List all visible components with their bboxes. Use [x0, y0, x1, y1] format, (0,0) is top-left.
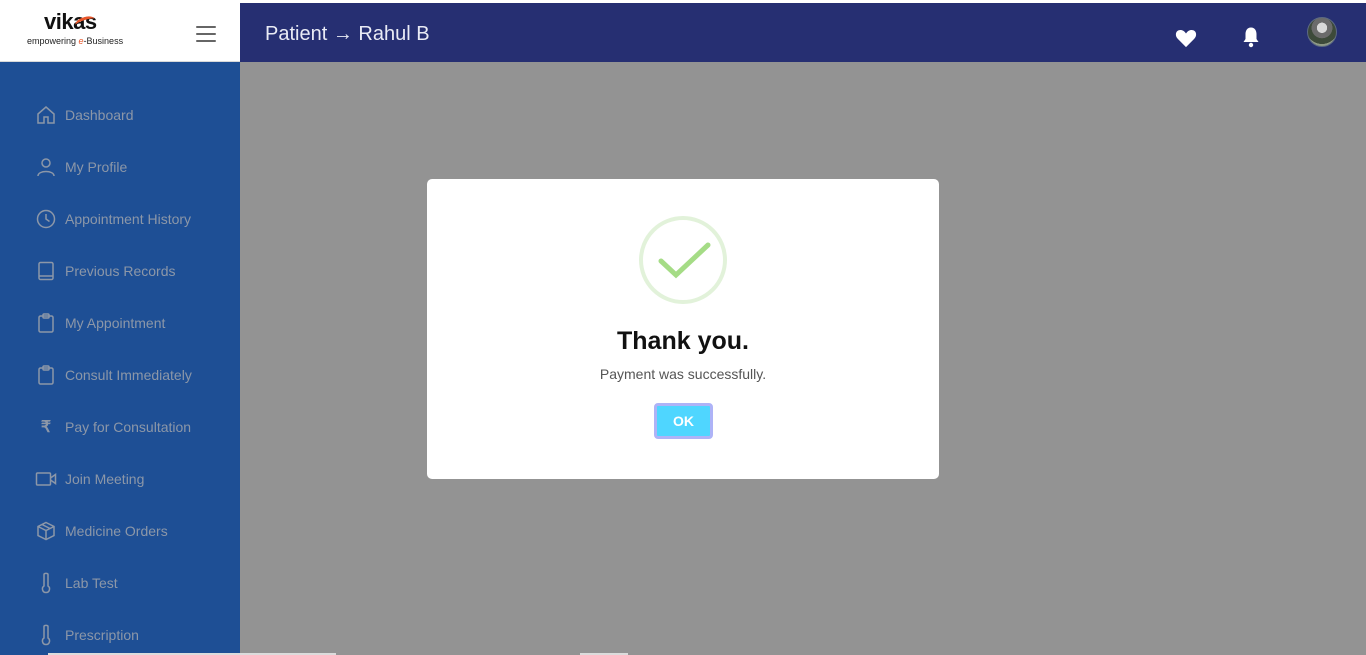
heart-icon[interactable]: [1175, 28, 1197, 53]
sidebar-item-prescription[interactable]: Prescription: [0, 614, 240, 654]
top-header: Patient → Rahul B: [240, 3, 1366, 62]
sidebar-item-appointment-history[interactable]: Appointment History: [0, 198, 240, 238]
sidebar-item-previous-records[interactable]: Previous Records: [0, 250, 240, 290]
logo-tagline-after: -Business: [83, 36, 124, 46]
dialog-message: Payment was successfully.: [599, 366, 767, 382]
rupee-icon: ₹: [35, 416, 57, 438]
video-icon: [35, 468, 57, 490]
sidebar-item-label: Previous Records: [65, 263, 176, 279]
sidebar-item-label: Prescription: [65, 627, 139, 643]
box-icon: [35, 520, 57, 542]
sidebar-item-label: Appointment History: [65, 211, 192, 227]
breadcrumb: Patient → Rahul B: [265, 23, 430, 45]
sidebar-item-medicine-orders[interactable]: Medicine Orders: [0, 510, 240, 550]
book-icon: [35, 260, 57, 282]
sidebar-item-label: Consult Immediately: [65, 367, 192, 383]
logo-block: vikas empowering e-Business: [0, 3, 240, 62]
sidebar-item-label: Join Meeting: [65, 471, 145, 487]
bell-icon[interactable]: [1242, 26, 1260, 53]
dialog-title: Thank you.: [617, 327, 749, 355]
sidebar-item-lab-test[interactable]: Lab Test: [0, 562, 240, 602]
sidebar-item-label: Dashboard: [65, 107, 134, 123]
thermometer-icon: [35, 572, 57, 594]
logo-tagline-before: empowering: [27, 36, 79, 46]
sidebar-item-join-meeting[interactable]: Join Meeting: [0, 458, 240, 498]
logo-tagline: empowering e-Business: [27, 36, 123, 46]
logo: vikas empowering e-Business: [27, 9, 137, 51]
sidebar-item-label: My Profile: [65, 159, 128, 175]
sidebar: Dashboard My Profile Appointment History…: [0, 62, 240, 655]
sidebar-item-label: Medicine Orders: [65, 523, 168, 539]
user-icon: [35, 156, 57, 178]
rupee-glyph: ₹: [40, 419, 52, 436]
sidebar-item-consult-immediately[interactable]: Consult Immediately: [0, 354, 240, 394]
clipboard-icon: [35, 312, 57, 334]
home-icon: [35, 104, 57, 126]
success-check-icon: [639, 216, 727, 304]
success-dialog: Thank you. Payment was successfully. OK: [427, 179, 939, 479]
sidebar-item-dashboard[interactable]: Dashboard: [0, 94, 240, 134]
avatar[interactable]: [1307, 17, 1337, 47]
sidebar-item-label: Lab Test: [65, 575, 118, 591]
thermometer-icon: [35, 624, 57, 646]
clipboard-icon: [35, 364, 57, 386]
sidebar-item-label: My Appointment: [65, 315, 166, 331]
ok-button[interactable]: OK: [654, 403, 713, 439]
sidebar-item-label: Pay for Consultation: [65, 419, 192, 435]
clock-icon: [35, 208, 57, 230]
menu-toggle-icon[interactable]: [196, 26, 216, 42]
sidebar-item-pay-for-consultation[interactable]: ₹ Pay for Consultation: [0, 406, 240, 446]
sidebar-item-my-profile[interactable]: My Profile: [0, 146, 240, 186]
sidebar-item-my-appointment[interactable]: My Appointment: [0, 302, 240, 342]
